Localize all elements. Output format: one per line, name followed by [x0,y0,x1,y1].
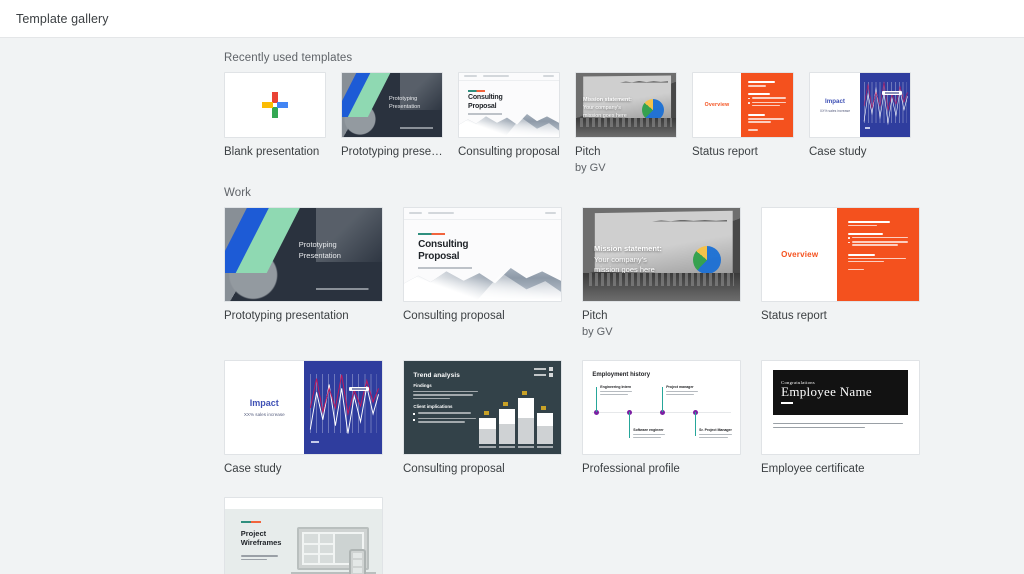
template-card-project-wireframes[interactable]: Project Wireframes [224,497,383,574]
thumbnail-employee-certificate[interactable]: Congratulations Employee Name [761,359,920,455]
template-label: Blank presentation [224,146,320,158]
work-row-2: Impact XX% sales increase Case study Tre… [224,359,1024,478]
section-title-work: Work [224,187,252,200]
template-card-status-report[interactable]: Overview Status report [692,72,794,175]
plus-icon [262,92,288,118]
template-card-consulting-proposal-work[interactable]: Consulting Proposal Consulting proposal [403,207,562,339]
template-card-blank-presentation[interactable]: Blank presentation [224,72,326,175]
template-label: Consulting proposal [458,146,560,158]
bar-chart [479,387,554,445]
section-work: Work Prototyping Presentation Prototyping… [0,175,1024,574]
template-card-consulting-proposal[interactable]: Consulting Proposal Consulting proposal [458,72,560,175]
template-sublabel: by GV [575,161,606,174]
template-sublabel: by GV [582,325,613,338]
template-card-employee-certificate[interactable]: Congratulations Employee Name Employee c… [761,359,920,478]
template-label: Case study [224,462,282,475]
template-label: Pitch [582,310,608,323]
template-card-pitch-work[interactable]: Mission statement: Your company's mission … [582,207,741,339]
thumbnail-project-wireframes[interactable]: Project Wireframes [224,497,383,574]
template-label: Consulting proposal [403,310,505,323]
page-title: Template gallery [16,11,109,26]
template-label: Case study [809,146,867,158]
thumbnail-case-study[interactable]: Impact XX% sales increase [809,72,911,138]
template-card-professional-profile[interactable]: Employment history Engineering Intern So… [582,359,741,478]
thumbnail-pitch[interactable]: Mission statement: Your company's mission … [582,207,741,303]
section-title-recent: Recently used templates [224,52,353,64]
template-gallery: Recently used templates Blank presentati… [0,38,1024,574]
template-label: Status report [692,146,758,158]
template-label: Employee certificate [761,462,865,475]
thumbnail-status-report[interactable]: Overview [692,72,794,138]
template-card-status-report-work[interactable]: Overview Status report [761,207,920,339]
thumbnail-consulting-proposal[interactable]: Consulting Proposal [458,72,560,138]
work-row-1: Prototyping Presentation Prototyping pres… [224,207,1024,339]
thumbnail-trend-analysis[interactable]: Trend analysis Findings Client implicati… [403,359,562,455]
template-card-consulting-proposal-trend[interactable]: Trend analysis Findings Client implicati… [403,359,562,478]
work-row-3: Project Wireframes [224,497,1024,574]
thumbnail-case-study[interactable]: Impact XX% sales increase [224,359,383,455]
thumbnail-prototyping-presentation[interactable]: Prototyping Presentation [341,72,443,138]
thumbnail-professional-profile[interactable]: Employment history Engineering Intern So… [582,359,741,455]
template-label: Prototyping presentati… [341,146,443,158]
thumbnail-prototyping-presentation[interactable]: Prototyping Presentation [224,207,383,303]
template-label: Prototyping presentation [224,310,349,323]
template-label: Consulting proposal [403,462,505,475]
thumbnail-pitch[interactable]: Mission statement: Your company's mission … [575,72,677,138]
template-card-case-study[interactable]: Impact XX% sales increase Case study [809,72,911,175]
recent-templates-row: Blank presentation Prototyping Presentati… [224,72,1024,175]
template-card-prototyping-presentation-work[interactable]: Prototyping Presentation Prototyping pres… [224,207,383,339]
thumbnail-consulting-proposal[interactable]: Consulting Proposal [403,207,562,303]
template-label: Professional profile [582,462,680,475]
thumbnail-blank-presentation[interactable] [224,72,326,138]
section-recently-used: Recently used templates Blank presentati… [0,38,1024,175]
template-card-prototyping-presentation[interactable]: Prototyping Presentation Prototyping pres… [341,72,443,175]
app-header: Template gallery [0,0,1024,38]
template-card-pitch[interactable]: Mission statement: Your company's mission … [575,72,677,175]
template-label: Status report [761,310,827,323]
template-label: Pitch [575,146,601,158]
template-card-case-study-work[interactable]: Impact XX% sales increase Case study [224,359,383,478]
thumbnail-status-report[interactable]: Overview [761,207,920,303]
